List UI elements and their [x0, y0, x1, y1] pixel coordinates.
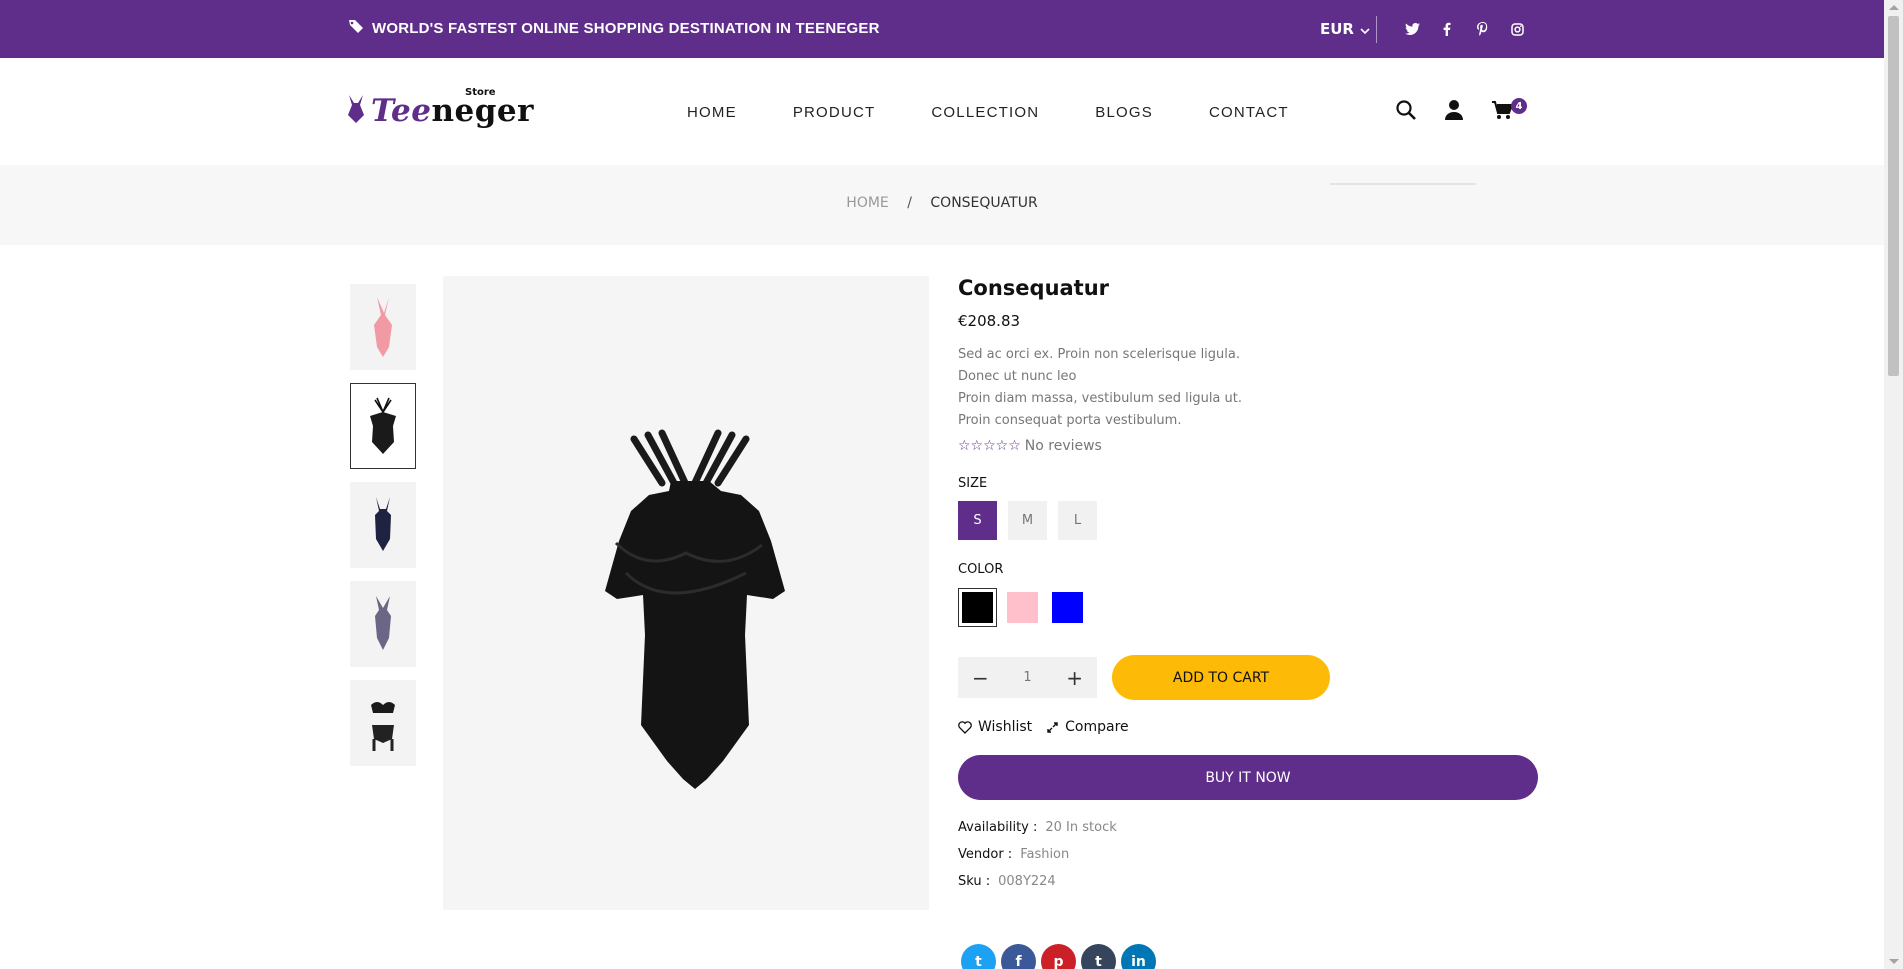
announcement-bar: WORLD'S FASTEST ONLINE SHOPPING DESTINAT…	[0, 0, 1884, 58]
quantity-input[interactable]: 1	[1023, 670, 1031, 685]
star-rating-icon: ☆☆☆☆☆	[958, 438, 1021, 454]
product-title: Consequatur	[958, 276, 1110, 300]
product-price: €208.83	[958, 312, 1021, 330]
logo-swimsuit-icon	[348, 95, 364, 123]
availability-value: 20 In stock	[1045, 820, 1117, 835]
compare-link[interactable]: Compare	[1046, 719, 1129, 735]
size-selector: S M L	[958, 501, 1538, 540]
nav-product[interactable]: PRODUCT	[793, 104, 876, 121]
search-icon[interactable]	[1395, 99, 1417, 121]
logo-text-b: neger	[431, 93, 534, 129]
wishlist-link[interactable]: Wishlist	[958, 719, 1032, 735]
promo-message: WORLD'S FASTEST ONLINE SHOPPING DESTINAT…	[348, 19, 880, 37]
vendor-value[interactable]: Fashion	[1020, 847, 1069, 862]
product-main-image[interactable]	[443, 276, 929, 910]
breadcrumb-current: CONSEQUATUR	[930, 195, 1038, 211]
tumblr-icon[interactable]: t	[1081, 944, 1116, 969]
thumbnail-printed-swimsuit[interactable]	[350, 581, 416, 667]
reviews-count[interactable]: No reviews	[1025, 438, 1102, 454]
compare-icon	[1047, 721, 1058, 733]
promo-text: WORLD'S FASTEST ONLINE SHOPPING DESTINAT…	[372, 19, 880, 37]
twitter-icon[interactable]	[1404, 18, 1420, 40]
plus-icon[interactable]: +	[1066, 666, 1083, 690]
tag-icon	[348, 19, 364, 37]
thumbnail-navy-swimsuit[interactable]	[350, 482, 416, 568]
breadcrumb: HOME / CONSEQUATUR	[0, 165, 1884, 245]
site-header: Teeneger Store HOME PRODUCT COLLECTION B…	[0, 58, 1884, 165]
thumbnail-pink-swimsuit[interactable]	[350, 284, 416, 370]
color-swatch	[1052, 592, 1083, 623]
logo[interactable]: Teeneger Store	[347, 87, 533, 129]
color-option-black[interactable]	[958, 588, 997, 627]
instagram-icon[interactable]	[1509, 18, 1525, 40]
cart-icon[interactable]: 4	[1491, 98, 1527, 121]
facebook-icon[interactable]: f	[1001, 944, 1036, 969]
thumbnail-lingerie-set[interactable]	[350, 680, 416, 766]
cart-count-badge: 4	[1511, 98, 1527, 114]
color-selector	[958, 588, 1538, 627]
product-meta: Availability : 20 In stock Vendor : Fashio…	[958, 820, 1538, 901]
share-buttons: t f p t in	[961, 944, 1156, 969]
nav-contact[interactable]: CONTACT	[1209, 104, 1289, 121]
twitter-icon[interactable]: t	[961, 944, 996, 969]
size-option-l[interactable]: L	[1058, 501, 1097, 540]
divider	[1376, 16, 1377, 43]
breadcrumb-home[interactable]: HOME	[846, 195, 888, 211]
size-option-s[interactable]: S	[958, 501, 997, 540]
vendor-label: Vendor :	[958, 847, 1013, 862]
product-actions: Wishlist Compare	[958, 719, 1538, 735]
minus-icon[interactable]: −	[972, 666, 989, 690]
description-line: Proin consequat porta vestibulum.	[958, 413, 1182, 428]
pinterest-icon[interactable]: p	[1041, 944, 1076, 969]
product-rating: ☆☆☆☆☆ No reviews	[958, 438, 1538, 454]
buy-now-button[interactable]: BUY IT NOW	[958, 755, 1538, 800]
page-scrollbar[interactable]	[1884, 0, 1903, 969]
product-description: Sed ac orci ex. Proin non scelerisque li…	[958, 344, 1538, 432]
sku-value: 008Y224	[998, 874, 1056, 889]
compare-label: Compare	[1065, 719, 1129, 735]
heart-icon	[958, 720, 972, 734]
header-actions: 4	[1395, 98, 1527, 121]
color-option-blue[interactable]	[1048, 588, 1087, 627]
social-links	[1404, 18, 1525, 40]
description-line: Proin diam massa, vestibulum sed ligula …	[958, 391, 1243, 406]
add-to-cart-button[interactable]: ADD TO CART	[1112, 655, 1330, 700]
size-label: SIZE	[958, 476, 988, 491]
description-line: Sed ac orci ex. Proin non scelerisque li…	[958, 347, 1240, 362]
sku-label: Sku :	[958, 874, 991, 889]
decorative-line	[1330, 183, 1476, 185]
description-line: Donec ut nunc leo	[958, 369, 1077, 384]
quantity-stepper: − 1 +	[958, 657, 1097, 698]
thumbnail-black-swimsuit[interactable]	[350, 383, 416, 469]
logo-store-label: Store	[465, 87, 496, 98]
product-info: Consequatur €208.83 Sed ac orci ex. Proi…	[958, 276, 1538, 901]
nav-home[interactable]: HOME	[687, 104, 737, 121]
currency-value: EUR	[1320, 20, 1354, 38]
thumbnail-list	[350, 284, 416, 779]
linkedin-icon[interactable]: in	[1121, 944, 1156, 969]
logo-text-a: Tee	[371, 93, 432, 129]
product-image-black-swimsuit	[605, 429, 785, 789]
purchase-row: − 1 + ADD TO CART	[958, 655, 1538, 700]
breadcrumb-separator: /	[907, 195, 912, 211]
pinterest-icon[interactable]	[1474, 18, 1490, 40]
main-nav: HOME PRODUCT COLLECTION BLOGS CONTACT	[687, 104, 1289, 121]
color-swatch	[1007, 592, 1038, 623]
scroll-up-icon[interactable]	[1889, 5, 1899, 10]
nav-blogs[interactable]: BLOGS	[1095, 104, 1153, 121]
scrollbar-thumb[interactable]	[1888, 16, 1899, 376]
currency-selector[interactable]: EUR	[1320, 20, 1370, 38]
color-option-pink[interactable]	[1003, 588, 1042, 627]
user-icon[interactable]	[1443, 99, 1465, 121]
wishlist-label: Wishlist	[978, 719, 1033, 735]
facebook-icon[interactable]	[1439, 18, 1455, 40]
chevron-down-icon	[1360, 20, 1370, 38]
color-label: COLOR	[958, 562, 1004, 577]
availability-label: Availability :	[958, 820, 1038, 835]
scroll-down-icon[interactable]	[1889, 959, 1899, 964]
size-option-m[interactable]: M	[1008, 501, 1047, 540]
color-swatch	[962, 592, 993, 623]
nav-collection[interactable]: COLLECTION	[931, 104, 1039, 121]
